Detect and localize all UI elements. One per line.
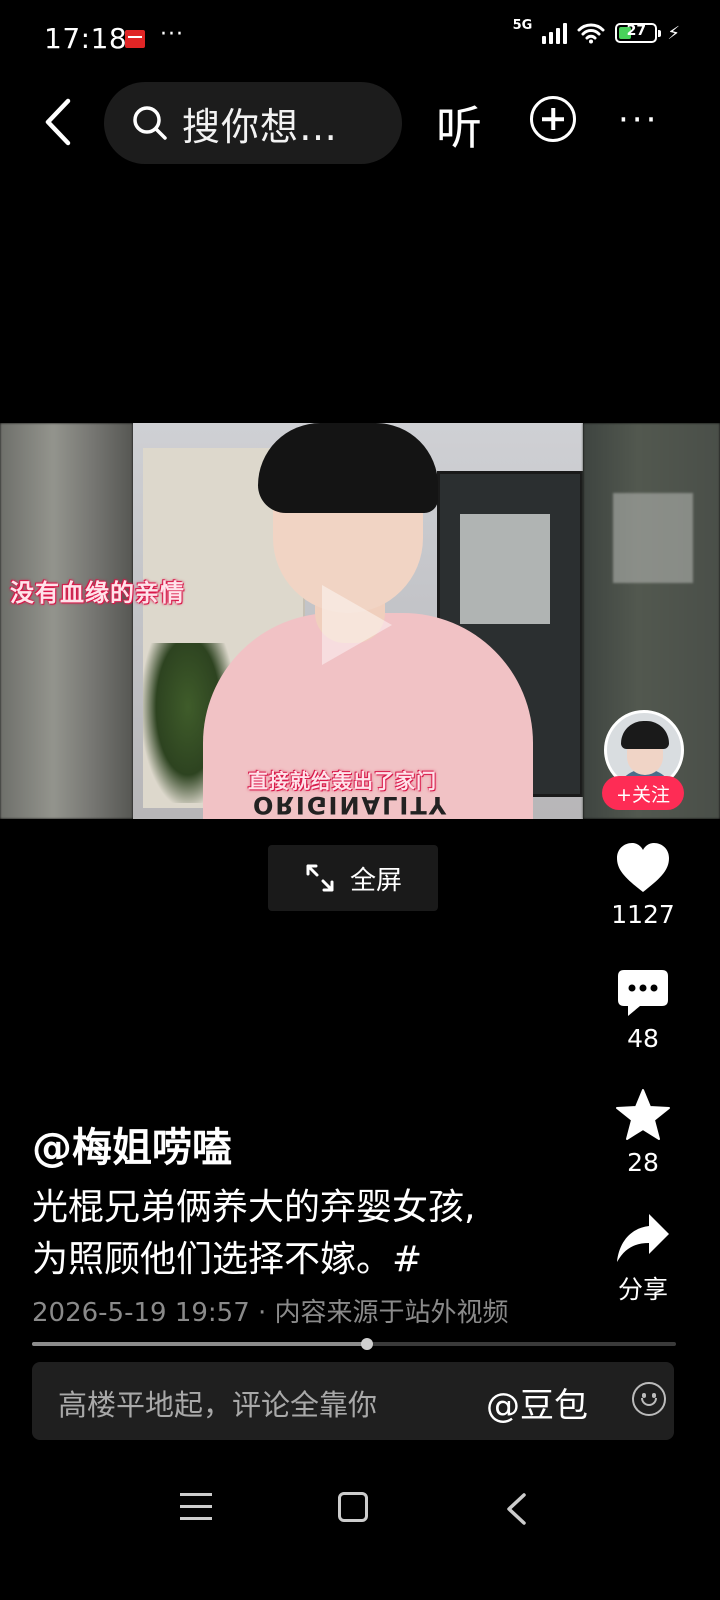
video-caption-bottom: 直接就给轰出了家门 xyxy=(248,769,437,793)
star-icon xyxy=(616,1089,670,1140)
fullscreen-button[interactable]: 全屏 xyxy=(268,845,438,911)
heart-icon xyxy=(617,843,669,892)
video-caption-left: 没有血缘的亲情 xyxy=(10,579,185,607)
mention-button[interactable]: @豆包 xyxy=(486,1378,588,1427)
more-notifications-icon: ··· xyxy=(160,22,184,47)
app-notification-icon xyxy=(125,30,145,48)
description-line: 为照顾他们选择不嫁。# xyxy=(32,1239,423,1280)
wifi-icon xyxy=(577,23,605,44)
search-placeholder: 搜你想… xyxy=(182,104,339,149)
share-arrow-icon xyxy=(617,1214,669,1262)
search-icon xyxy=(133,106,167,140)
battery-level: 27 xyxy=(626,23,647,39)
network-type: 5G xyxy=(512,17,533,33)
play-icon[interactable] xyxy=(322,585,392,665)
nav-back-icon xyxy=(507,1493,526,1525)
comment-count: 48 xyxy=(627,1024,659,1053)
post-meta: 2026-5-19 19:57 · 内容来源于站外视频 xyxy=(32,1298,509,1328)
favorite-count: 28 xyxy=(627,1148,659,1177)
progress-fill xyxy=(32,1342,367,1346)
expand-icon xyxy=(306,864,334,892)
listen-button[interactable]: 听 xyxy=(436,92,482,158)
status-time: 17:18 xyxy=(44,22,128,55)
comment-icon xyxy=(618,970,668,1016)
video-progress-bar[interactable] xyxy=(32,1338,676,1350)
more-options-icon[interactable]: ··· xyxy=(618,100,659,140)
comment-button[interactable]: 48 xyxy=(600,968,686,1053)
add-icon[interactable] xyxy=(530,96,576,142)
post-description: 光棍兄弟俩养大的弃婴女孩, 为照顾他们选择不嫁。# xyxy=(32,1182,572,1286)
emoji-icon[interactable] xyxy=(632,1382,666,1416)
fullscreen-label: 全屏 xyxy=(349,865,402,896)
comment-input[interactable]: 高楼平地起，评论全靠你 @豆包 xyxy=(32,1362,674,1440)
author-name[interactable]: @梅姐唠嗑 xyxy=(32,1115,232,1173)
favorite-button[interactable]: 28 xyxy=(600,1088,686,1177)
share-label: 分享 xyxy=(617,1275,668,1304)
chevron-left-icon xyxy=(45,98,71,146)
signal-icon xyxy=(542,22,568,44)
charging-icon: ⚡ xyxy=(667,22,680,44)
shirt-print: ORIGINALITY xyxy=(253,791,449,819)
description-line: 光棍兄弟俩养大的弃婴女孩, xyxy=(32,1187,476,1228)
like-count: 1127 xyxy=(611,900,675,929)
follow-button[interactable]: +关注 xyxy=(602,776,684,810)
back-button[interactable] xyxy=(30,92,86,152)
battery-icon: 27 xyxy=(615,23,662,43)
comment-placeholder: 高楼平地起，评论全靠你 xyxy=(58,1388,378,1422)
progress-handle[interactable] xyxy=(360,1338,373,1350)
nav-home-button[interactable] xyxy=(338,1492,368,1522)
nav-back-button[interactable] xyxy=(504,1492,528,1530)
like-button[interactable]: 1127 xyxy=(600,842,686,929)
search-input[interactable]: 搜你想… xyxy=(104,82,402,164)
share-button[interactable]: 分享 xyxy=(600,1212,686,1306)
video-blur-left xyxy=(0,423,133,819)
status-indicators: 5G 27 ⚡ xyxy=(513,18,680,44)
nav-recents-button[interactable] xyxy=(180,1493,212,1529)
